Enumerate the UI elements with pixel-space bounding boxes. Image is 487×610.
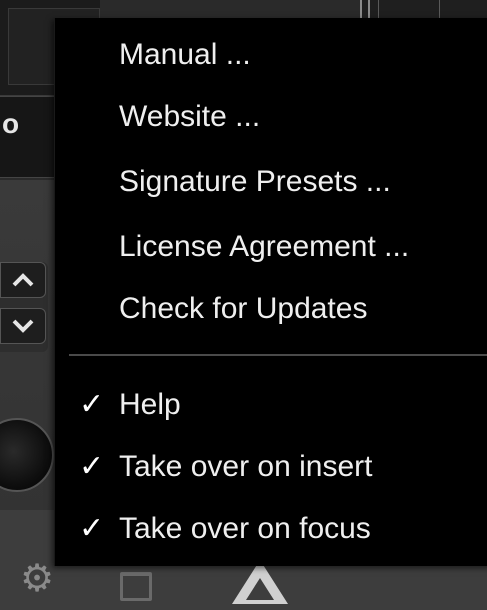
menu-item-label: Signature Presets ... xyxy=(119,165,391,198)
checkmark-icon: ✓ xyxy=(79,450,105,483)
menu-item-signature-presets[interactable]: Signature Presets ... xyxy=(55,157,487,207)
menu-item-label: Help xyxy=(119,388,181,421)
menu-toggle-help[interactable]: ✓ Help xyxy=(55,380,487,430)
menu-item-label: Take over on insert xyxy=(119,450,373,483)
menu-item-label: Take over on focus xyxy=(119,512,371,545)
menu-item-manual[interactable]: Manual ... xyxy=(55,30,487,80)
menu-item-license-agreement[interactable]: License Agreement ... xyxy=(55,222,487,272)
menu-item-label: Website ... xyxy=(119,100,261,133)
menu-item-label: License Agreement ... xyxy=(119,230,410,263)
menu-toggle-take-over-on-insert[interactable]: ✓ Take over on insert xyxy=(55,442,487,492)
chevron-down-icon xyxy=(12,319,34,333)
chevron-up-icon xyxy=(12,273,34,287)
cart-icon[interactable] xyxy=(120,572,152,601)
gear-icon[interactable]: ⚙ xyxy=(20,560,54,598)
value-stepper xyxy=(0,262,48,352)
menu-item-label: Manual ... xyxy=(119,38,251,71)
menu-item-check-for-updates[interactable]: Check for Updates xyxy=(55,284,487,334)
checkmark-icon: ✓ xyxy=(79,512,105,545)
menu-separator xyxy=(69,354,487,356)
triangle-logo-cutout xyxy=(246,578,274,600)
partial-label: o xyxy=(2,108,20,139)
checkmark-icon: ✓ xyxy=(79,388,105,421)
stepper-up-button[interactable] xyxy=(0,262,46,298)
menu-item-website[interactable]: Website ... xyxy=(55,92,487,142)
menu-toggle-take-over-on-focus[interactable]: ✓ Take over on focus xyxy=(55,504,487,554)
stepper-down-button[interactable] xyxy=(0,308,46,344)
menu-item-label: Check for Updates xyxy=(119,292,368,325)
context-menu: Manual ... Website ... Signature Presets… xyxy=(54,18,487,566)
